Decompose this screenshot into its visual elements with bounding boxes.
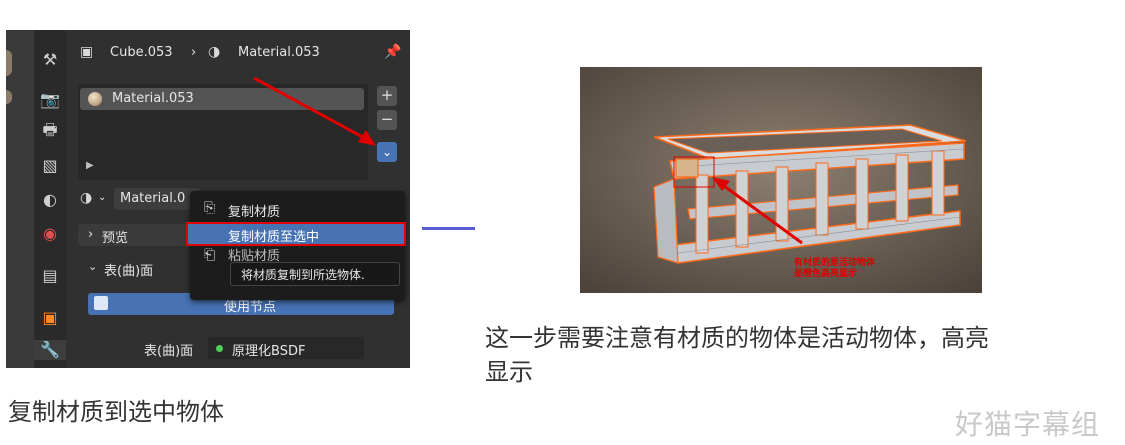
blender-properties-panel: ⚒ 📷 🖶 ▧ ◐ ◉ ▤ ▣ 🔧 ▣ Cube.053 › ◑ Materia… [6,30,410,368]
colonnade-render [580,67,982,293]
divider-line [422,227,475,230]
watermark: 好猫字幕组 [955,408,1101,441]
right-caption-line1: 这一步需要注意有材质的物体是活动物体，高亮 [485,324,989,352]
left-caption: 复制材质到选中物体 [8,398,224,426]
annotation-arrow [253,76,376,146]
render-annotation-line2: 是橙色高亮显示 [794,269,858,279]
right-caption-line2: 显示 [485,358,533,386]
render-viewport-image: 有材质的是活动物体 是橙色高亮显示 [580,67,982,293]
